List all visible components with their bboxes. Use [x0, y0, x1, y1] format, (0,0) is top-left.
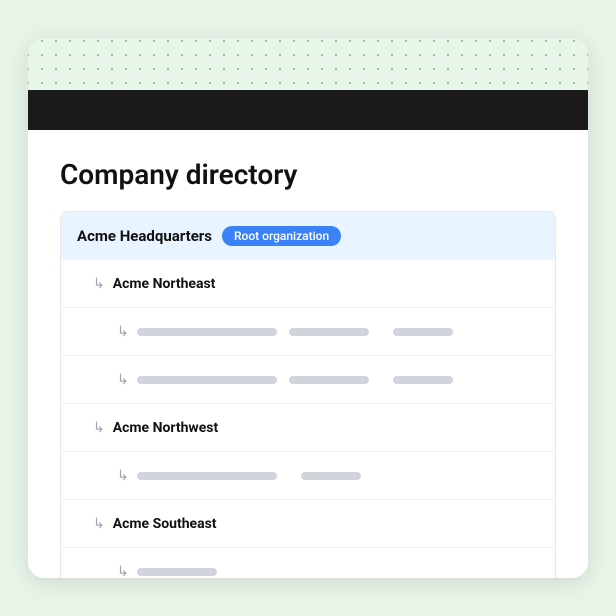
skel-bar-1a — [137, 328, 277, 336]
skel-bar-1b — [289, 328, 369, 336]
root-org-row: Acme Headquarters Root organization — [61, 212, 555, 260]
arrow-icon-skel3: ↳ — [117, 468, 129, 484]
app-bar — [28, 90, 588, 130]
skeleton-content-1 — [137, 328, 453, 336]
skel-bar-3b — [301, 472, 361, 480]
page-title: Company directory — [60, 158, 556, 191]
skel-bar-2b — [289, 376, 369, 384]
root-badge: Root organization — [222, 226, 341, 246]
skeleton-row-4: ↳ — [61, 548, 555, 578]
main-card: Company directory Acme Headquarters Root… — [28, 38, 588, 578]
org-row-northeast[interactable]: ↳ Acme Northeast — [61, 260, 555, 308]
org-row-southeast[interactable]: ↳ Acme Southeast — [61, 500, 555, 548]
dot-pattern-header — [28, 38, 588, 98]
skeleton-content-3 — [137, 472, 361, 480]
org-row-northwest[interactable]: ↳ Acme Northwest — [61, 404, 555, 452]
arrow-icon-southeast: ↳ — [93, 516, 105, 532]
skel-bar-3a — [137, 472, 277, 480]
arrow-icon-skel1: ↳ — [117, 324, 129, 340]
org-label-northeast: Acme Northeast — [113, 276, 216, 292]
skel-bar-2c — [393, 376, 453, 384]
skeleton-row-1: ↳ — [61, 308, 555, 356]
skel-bar-2a — [137, 376, 277, 384]
directory-list: Acme Headquarters Root organization ↳ Ac… — [60, 211, 556, 578]
root-org-name: Acme Headquarters — [77, 227, 212, 245]
skeleton-row-2: ↳ — [61, 356, 555, 404]
skeleton-content-4 — [137, 568, 217, 576]
skeleton-content-2 — [137, 376, 453, 384]
org-label-northwest: Acme Northwest — [113, 420, 218, 436]
org-label-southeast: Acme Southeast — [113, 516, 217, 532]
skel-bar-4a — [137, 568, 217, 576]
content-area: Company directory Acme Headquarters Root… — [28, 130, 588, 578]
arrow-icon-northwest: ↳ — [93, 420, 105, 436]
skel-bar-1c — [393, 328, 453, 336]
arrow-icon-skel4: ↳ — [117, 564, 129, 578]
arrow-icon-skel2: ↳ — [117, 372, 129, 388]
arrow-icon-northeast: ↳ — [93, 276, 105, 292]
skeleton-row-3: ↳ — [61, 452, 555, 500]
